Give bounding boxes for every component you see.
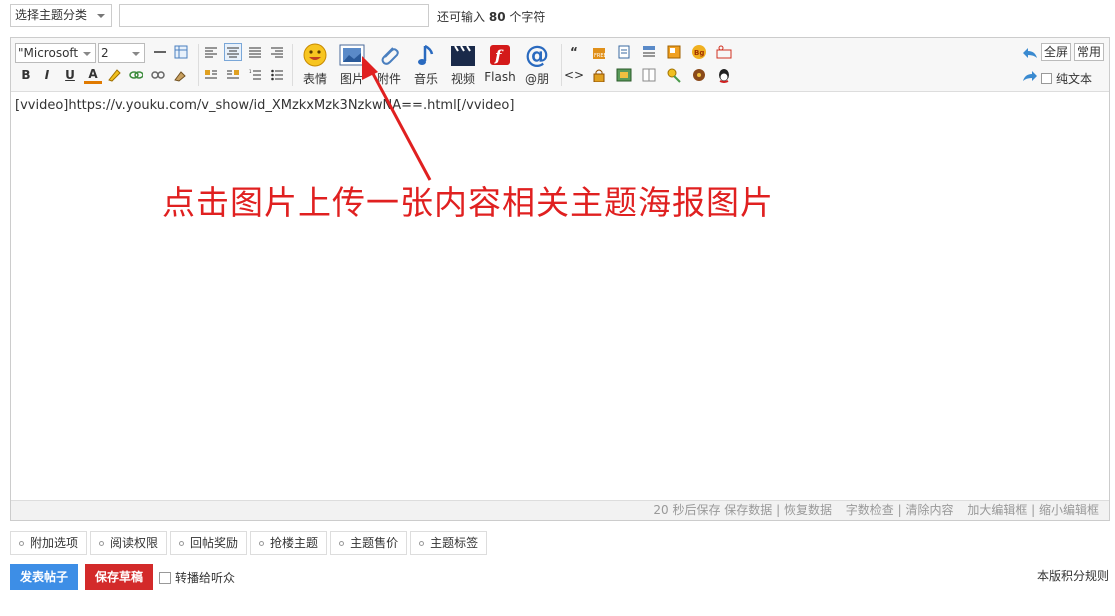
repost-checkbox[interactable] bbox=[159, 571, 171, 584]
option-extra[interactable]: 附加选项 bbox=[10, 531, 88, 555]
annotation-text: 点击图片上传一张内容相关主题海报图片 bbox=[162, 183, 774, 222]
post-options: 附加选项 阅读权限 回帖奖励 抢楼主题 主题售价 主题标签 bbox=[10, 531, 488, 555]
option-floor-grab[interactable]: 抢楼主题 bbox=[250, 531, 328, 555]
points-rules-link[interactable]: 本版积分规则 bbox=[1037, 567, 1109, 584]
option-tags[interactable]: 主题标签 bbox=[410, 531, 488, 555]
option-reply-reward[interactable]: 回帖奖励 bbox=[170, 531, 248, 555]
option-price[interactable]: 主题售价 bbox=[330, 531, 408, 555]
repost-toggle[interactable]: 转播给听众 bbox=[159, 569, 235, 586]
post-button[interactable]: 发表帖子 bbox=[10, 564, 78, 590]
option-read-permission[interactable]: 阅读权限 bbox=[90, 531, 168, 555]
annotation-arrow bbox=[362, 56, 432, 181]
save-draft-button[interactable]: 保存草稿 bbox=[85, 564, 153, 590]
